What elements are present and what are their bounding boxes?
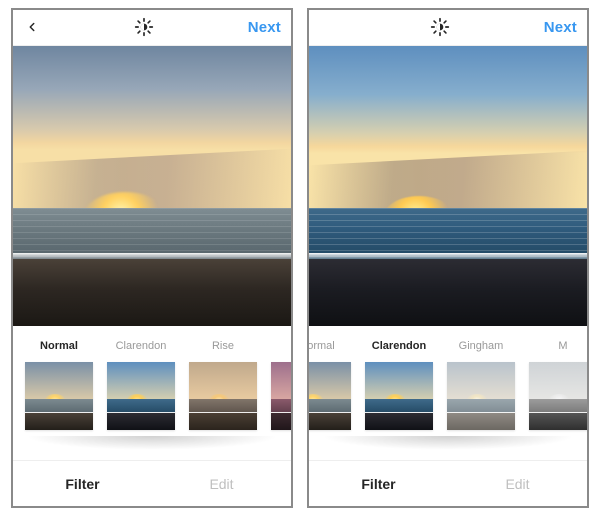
brightness-icon [134,17,154,37]
filter-thumb [271,362,291,430]
filter-thumb [25,362,93,430]
photo-preview[interactable] [13,46,291,326]
filter-label: Normal [40,340,78,356]
filter-label: Clarendon [372,340,426,356]
filter-label: M [558,340,567,356]
tab-filter[interactable]: Filter [13,461,152,506]
filter-label: Normal [309,340,335,356]
filter-thumb [309,362,351,430]
filter-option-valencia[interactable]: Val [271,340,291,460]
filter-label: Rise [212,340,234,356]
lux-button[interactable] [430,17,450,37]
filter-thumb [365,362,433,430]
filter-thumb [447,362,515,430]
filter-option-normal[interactable]: Normal [309,340,351,460]
comparison-stage: Next Normal Clarendon Rise [0,0,600,519]
tab-edit[interactable]: Edit [152,461,291,506]
bottom-tabs: Filter Edit [13,460,291,506]
brightness-icon [430,17,450,37]
filter-strip[interactable]: Normal Clarendon Rise Val [13,326,291,460]
phone-right: Next Normal Clarendon Gingham [307,8,589,508]
filter-label: Gingham [459,340,504,356]
filter-strip[interactable]: Normal Clarendon Gingham M [309,326,587,460]
editor-header: Next [309,10,587,46]
tab-filter[interactable]: Filter [309,461,448,506]
lux-button[interactable] [134,17,154,37]
photo-preview[interactable] [309,46,587,326]
filter-option-clarendon[interactable]: Clarendon [107,340,175,460]
filter-option-moon[interactable]: M [529,340,587,460]
phone-left: Next Normal Clarendon Rise [11,8,293,508]
next-button[interactable]: Next [544,19,577,36]
back-button[interactable] [23,18,41,36]
filter-label: Clarendon [116,340,167,356]
filter-thumb [107,362,175,430]
editor-header: Next [13,10,291,46]
filter-option-clarendon[interactable]: Clarendon [365,340,433,460]
tab-edit[interactable]: Edit [448,461,587,506]
filter-thumb [529,362,587,430]
filter-option-normal[interactable]: Normal [25,340,93,460]
filter-thumb [189,362,257,430]
next-button[interactable]: Next [248,19,281,36]
bottom-tabs: Filter Edit [309,460,587,506]
filter-option-gingham[interactable]: Gingham [447,340,515,460]
filter-option-rise[interactable]: Rise [189,340,257,460]
chevron-left-icon [25,20,39,34]
